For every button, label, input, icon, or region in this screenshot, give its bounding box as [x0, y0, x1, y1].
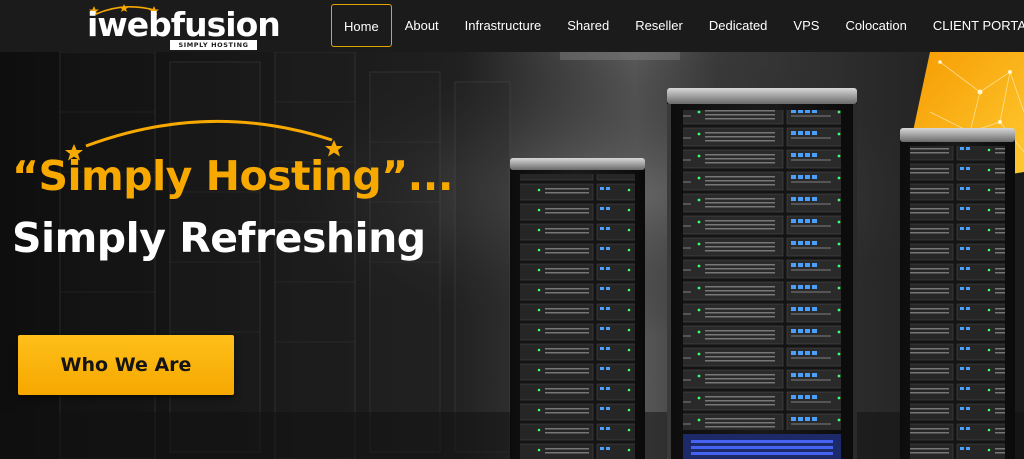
logo-tagline: SIMPLY HOSTING	[170, 40, 257, 50]
logo-wordmark: iwebfusion	[87, 5, 281, 44]
nav-item-about[interactable]: About	[392, 4, 452, 47]
nav-item-shared[interactable]: Shared	[554, 4, 622, 47]
top-navigation-bar: iwebfusion SIMPLY HOSTING Home About Inf…	[0, 0, 1024, 52]
server-racks-image	[510, 88, 1015, 459]
hero-headline-secondary: Simply Refreshing	[12, 214, 426, 262]
main-menu: Home About Infrastructure Shared Reselle…	[331, 4, 1024, 47]
nav-item-client-portal[interactable]: CLIENT PORTAL	[920, 4, 1024, 47]
who-we-are-button[interactable]: Who We Are	[18, 335, 234, 395]
nav-item-colocation[interactable]: Colocation	[832, 4, 919, 47]
hero-banner: “Simply Hosting”... Simply Refreshing Wh…	[0, 52, 1024, 459]
nav-item-reseller[interactable]: Reseller	[622, 4, 696, 47]
nav-item-home[interactable]: Home	[331, 4, 392, 47]
nav-item-vps[interactable]: VPS	[780, 4, 832, 47]
hero-headline-primary: “Simply Hosting”...	[12, 152, 453, 200]
nav-item-dedicated[interactable]: Dedicated	[696, 4, 781, 47]
brand-logo[interactable]: iwebfusion SIMPLY HOSTING	[84, 4, 281, 50]
nav-item-infrastructure[interactable]: Infrastructure	[452, 4, 555, 47]
